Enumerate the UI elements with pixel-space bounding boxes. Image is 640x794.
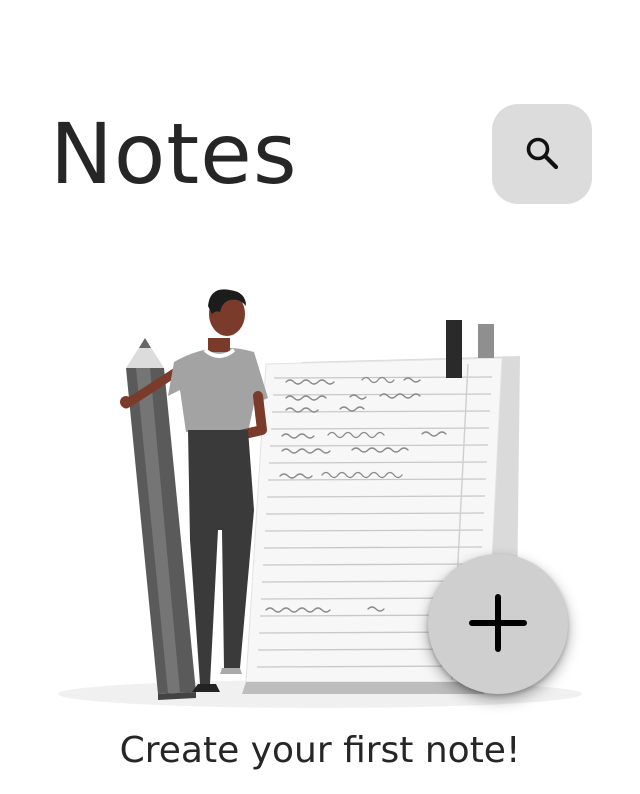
plus-icon xyxy=(468,593,528,656)
empty-state-message: Create your first note! xyxy=(119,730,521,771)
search-icon xyxy=(524,135,560,174)
add-note-button[interactable] xyxy=(428,554,568,694)
search-button[interactable] xyxy=(492,104,592,204)
page-title: Notes xyxy=(50,105,298,203)
